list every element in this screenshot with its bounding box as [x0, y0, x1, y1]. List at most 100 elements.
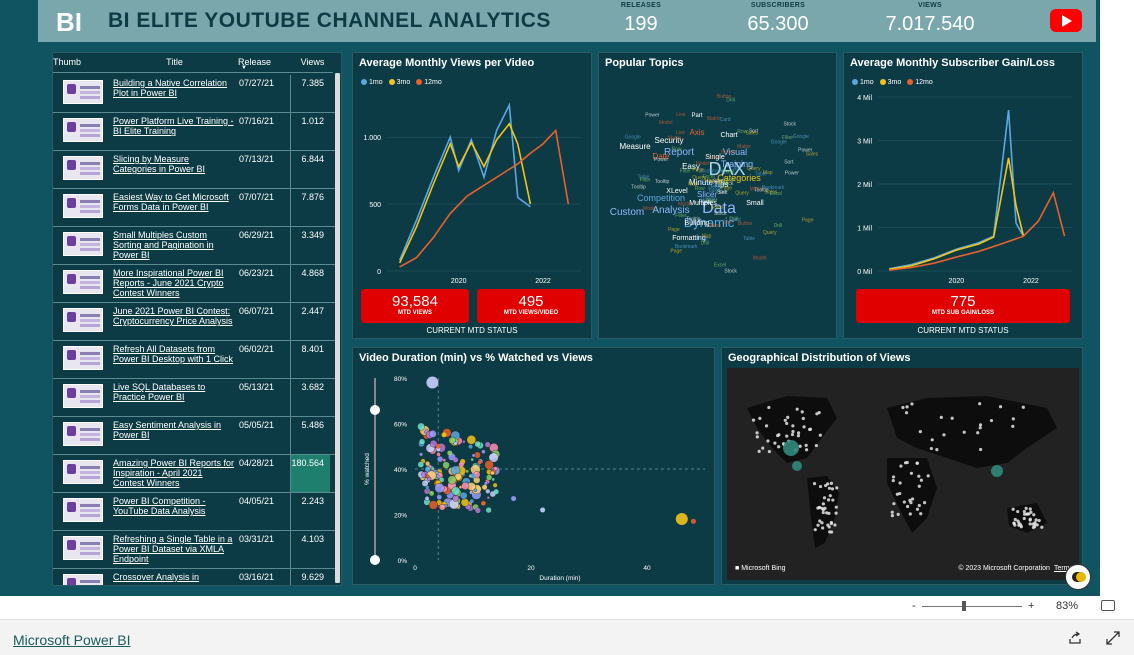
- fullscreen-icon[interactable]: [1106, 631, 1120, 645]
- share-icon[interactable]: [1068, 631, 1082, 645]
- video-title-link[interactable]: Power Platform Live Training - BI Elite …: [113, 116, 235, 136]
- word: Filter: [675, 213, 686, 219]
- video-thumbnail[interactable]: [63, 498, 103, 522]
- video-title-link[interactable]: Refreshing a Single Table in a Power BI …: [113, 534, 235, 565]
- tick-label: 60%: [394, 422, 407, 429]
- table-row[interactable]: Building a Native Correlation Plot in Po…: [53, 75, 335, 113]
- table-row[interactable]: Power Platform Live Training - BI Elite …: [53, 113, 335, 151]
- view-location-point: [761, 446, 765, 450]
- zoom-slider-thumb[interactable]: [962, 601, 966, 611]
- legend-3mo[interactable]: 3mo: [388, 79, 410, 86]
- table-row[interactable]: Slicing by Measure Categories in Power B…: [53, 151, 335, 189]
- video-title-link[interactable]: Building a Native Correlation Plot in Po…: [113, 78, 235, 98]
- video-title-link[interactable]: Small Multiples Custom Sorting and Pagin…: [113, 230, 235, 261]
- col-title[interactable]: Title: [111, 53, 238, 72]
- zoom-slider[interactable]: [922, 606, 1022, 607]
- zoom-in-button[interactable]: +: [1028, 600, 1034, 612]
- video-thumbnail[interactable]: [63, 80, 103, 104]
- video-title-link[interactable]: Refresh All Datasets from Power BI Deskt…: [113, 344, 235, 364]
- view-location-point: [919, 512, 923, 516]
- view-location-point: [835, 486, 839, 490]
- view-count: 5.486: [290, 417, 330, 454]
- video-title-link[interactable]: Slicing by Measure Categories in Power B…: [113, 154, 235, 174]
- video-thumbnail[interactable]: [63, 346, 103, 370]
- col-views[interactable]: Views: [292, 53, 333, 72]
- video-title-link[interactable]: Crossover Analysis in: [113, 572, 235, 582]
- video-thumbnail[interactable]: [63, 118, 103, 142]
- word: Button: [707, 223, 722, 229]
- legend-3mo[interactable]: 3mo: [879, 79, 901, 86]
- word: Drill: [726, 98, 735, 104]
- duration-scatter-chart[interactable]: 0% 20% 40% 60% 80% 0 20 40 Duration (min) % watch…: [353, 368, 714, 584]
- table-row[interactable]: Live SQL Databases to Practice Power BI 0…: [53, 379, 335, 417]
- col-release[interactable]: Release ▼: [238, 53, 292, 72]
- video-title-link[interactable]: June 2021 Power BI Contest: Cryptocurren…: [113, 306, 235, 326]
- zoom-out-button[interactable]: -: [912, 600, 916, 612]
- table-row[interactable]: Easy Sentiment Analysis in Power BI 05/05…: [53, 417, 335, 455]
- power-bi-link[interactable]: Microsoft Power BI: [13, 632, 130, 648]
- word: Axis: [689, 128, 704, 137]
- video-thumbnail[interactable]: [63, 384, 103, 408]
- legend-1mo[interactable]: 1mo: [361, 79, 383, 86]
- view-location-point: [804, 448, 809, 452]
- view-location-point: [978, 423, 983, 427]
- scrollbar-thumb[interactable]: [335, 73, 340, 583]
- legend-1mo[interactable]: 1mo: [852, 79, 874, 86]
- video-title-link[interactable]: More Inspirational Power BI Reports - Ju…: [113, 268, 235, 299]
- table-row[interactable]: June 2021 Power BI Contest: Cryptocurren…: [53, 303, 335, 341]
- subscriber-line-chart[interactable]: 0 Mil 1 Mil 2 Mil 3 Mil 4 Mil 2020 2022: [844, 91, 1082, 291]
- video-thumbnail[interactable]: [63, 460, 103, 484]
- scatter-point: [469, 498, 475, 504]
- table-row[interactable]: Crossover Analysis in 03/16/21 9.629: [53, 569, 335, 585]
- table-row[interactable]: Easiest Way to Get Microsoft Forms Data …: [53, 189, 335, 227]
- video-title-link[interactable]: Live SQL Databases to Practice Power BI: [113, 382, 235, 402]
- legend-label: 12mo: [915, 79, 933, 86]
- view-location-point: [898, 481, 902, 485]
- scatter-point: [485, 474, 493, 481]
- video-thumbnail[interactable]: [63, 156, 103, 180]
- scatter-point: [421, 479, 429, 487]
- release-date: 03/16/21: [239, 572, 275, 582]
- bi-elite-logo: BI: [56, 7, 82, 36]
- scatter-point: [483, 481, 488, 486]
- topics-word-cloud[interactable]: DAXDataDynamicCustom AnalysisReportCatego…: [599, 75, 836, 335]
- view-location-point: [935, 448, 939, 452]
- view-location-point: [821, 510, 825, 515]
- table-row[interactable]: Amazing Power BI Reports for Inspiration…: [53, 455, 335, 493]
- video-thumbnail[interactable]: [63, 194, 103, 218]
- video-title-link[interactable]: Amazing Power BI Reports for Inspiration…: [113, 458, 235, 489]
- avg-views-line-chart[interactable]: 0 500 1.000 2020 2022: [353, 91, 591, 291]
- table-row[interactable]: More Inspirational Power BI Reports - Ju…: [53, 265, 335, 303]
- video-thumbnail[interactable]: [63, 422, 103, 446]
- table-scrollbar[interactable]: [335, 73, 340, 583]
- world-map[interactable]: ■ Microsoft Bing © 2023 Microsoft Corpor…: [727, 368, 1079, 580]
- table-row[interactable]: Power BI Competition - YouTube Data Anal…: [53, 493, 335, 531]
- table-row[interactable]: Refreshing a Single Table in a Power BI …: [53, 531, 335, 569]
- video-thumbnail[interactable]: [63, 270, 103, 294]
- legend-12mo[interactable]: 12mo: [416, 79, 442, 86]
- tick-label: 2022: [1023, 278, 1039, 285]
- legend-12mo[interactable]: 12mo: [907, 79, 933, 86]
- scatter-point: [468, 444, 474, 450]
- col-thumb[interactable]: Thumb: [53, 53, 111, 72]
- video-thumbnail[interactable]: [63, 536, 103, 560]
- view-location-point: [821, 508, 825, 512]
- table-row[interactable]: Refresh All Datasets from Power BI Deskt…: [53, 341, 335, 379]
- map-copyright: © 2023 Microsoft Corporation Terms: [958, 565, 1073, 572]
- fit-to-page-icon[interactable]: [1101, 600, 1115, 611]
- y-axis-title: % watched: [364, 453, 371, 485]
- video-thumbnail[interactable]: [63, 574, 103, 585]
- video-thumbnail[interactable]: [63, 232, 103, 256]
- youtube-logo-icon[interactable]: [1050, 9, 1082, 32]
- table-row[interactable]: Small Multiples Custom Sorting and Pagin…: [53, 227, 335, 265]
- video-thumbnail[interactable]: [63, 308, 103, 332]
- view-location-point: [820, 521, 824, 525]
- view-location-point: [767, 405, 771, 410]
- video-title-link[interactable]: Easy Sentiment Analysis in Power BI: [113, 420, 235, 440]
- scatter-point: [436, 456, 444, 463]
- video-title-link[interactable]: Easiest Way to Get Microsoft Forms Data …: [113, 192, 235, 212]
- video-title-link[interactable]: Power BI Competition - YouTube Data Anal…: [113, 496, 235, 516]
- release-date: 05/13/21: [239, 382, 275, 392]
- view-location-point: [817, 505, 821, 510]
- word: Filter: [782, 135, 793, 141]
